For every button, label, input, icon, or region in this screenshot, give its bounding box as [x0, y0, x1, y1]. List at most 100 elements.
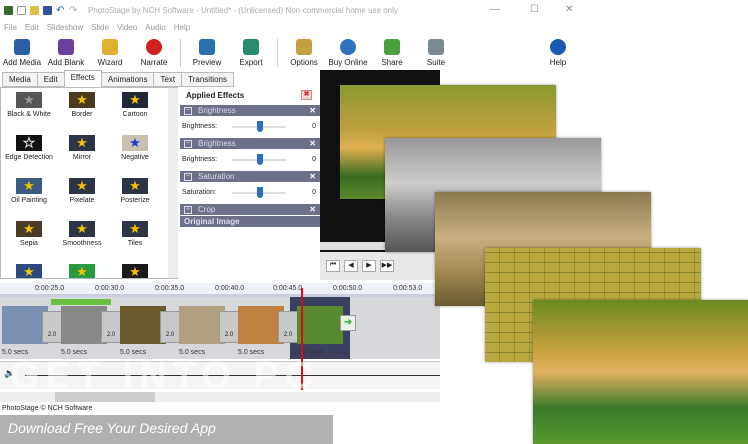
- slide-thumbnail[interactable]: [297, 306, 343, 344]
- save-icon[interactable]: [43, 5, 52, 15]
- open-icon[interactable]: [30, 5, 39, 15]
- expand-icon[interactable]: +: [184, 205, 192, 214]
- remove-effect-icon[interactable]: ✕: [309, 172, 316, 181]
- collapse-icon[interactable]: −: [184, 106, 192, 115]
- play-icon[interactable]: ▶: [362, 260, 376, 272]
- effect-label: Negative: [121, 154, 149, 161]
- effect-mirror[interactable]: ★ Mirror: [54, 135, 110, 161]
- effect-negative[interactable]: ★ Negative: [107, 135, 163, 161]
- menu-help[interactable]: Help: [174, 23, 190, 32]
- effect-partial[interactable]: ★: [107, 264, 163, 279]
- effect-header-brightness[interactable]: − Brightness ✕: [180, 105, 320, 116]
- collapse-icon[interactable]: −: [184, 172, 192, 181]
- remove-effect-icon[interactable]: ✕: [309, 205, 316, 214]
- param-label: Brightness:: [182, 156, 218, 163]
- tab-media[interactable]: Media: [2, 72, 38, 87]
- timeline-ruler[interactable]: 0:00:25.0 0:00:30.0 0:00:35.0 0:00:40.0 0:00…: [0, 283, 440, 297]
- effect-header-saturation[interactable]: − Saturation ✕: [180, 171, 320, 182]
- star-icon: ★: [129, 264, 141, 279]
- effect-smoothness[interactable]: ★ Smoothness: [54, 221, 110, 247]
- effect-tiles[interactable]: ★ Tiles: [107, 221, 163, 247]
- param-label: Brightness:: [182, 123, 218, 130]
- narrate-icon: [146, 39, 162, 55]
- effect-header-brightness[interactable]: − Brightness ✕: [180, 138, 320, 149]
- effect-posterize[interactable]: ★ Posterize: [107, 178, 163, 204]
- maximize-button[interactable]: ☐: [530, 4, 539, 15]
- transition-block[interactable]: 2.0: [101, 311, 121, 343]
- star-icon: ★: [76, 92, 88, 107]
- effect-black-white[interactable]: ★ Black & White: [1, 92, 57, 118]
- remove-all-icon[interactable]: ✖: [301, 90, 312, 100]
- effects-scrollbar[interactable]: [168, 88, 178, 278]
- menu-slide[interactable]: Slide: [91, 23, 109, 32]
- title-bar: ↶ ↷ PhotoStage by NCH Software - Untitle…: [0, 0, 580, 20]
- effect-border[interactable]: ★ Border: [54, 92, 110, 118]
- toolbar-narrate-button[interactable]: Narrate: [132, 39, 176, 67]
- applied-effects-panel: Applied Effects ✖ − Brightness ✕ Brightness…: [180, 87, 320, 279]
- effects-grid: ★ Black & White ★ Border ★ Cartoon ★ Edge Detec…: [0, 87, 178, 279]
- toolbar-help-button[interactable]: Help: [536, 39, 580, 67]
- effect-partial[interactable]: ★: [54, 264, 110, 278]
- selection-bar: [51, 299, 111, 305]
- redo-icon[interactable]: ↷: [69, 5, 78, 15]
- toolbar: Add Media Add Blank Wizard Narrate Preview Ex…: [0, 34, 580, 70]
- effect-oil-painting[interactable]: ★ Oil Painting: [1, 178, 57, 204]
- rewind-icon[interactable]: ◀: [344, 260, 358, 272]
- close-button[interactable]: ✕: [565, 4, 573, 15]
- tab-effects[interactable]: Effects: [63, 70, 102, 87]
- toolbar-add-blank-button[interactable]: Add Blank: [44, 39, 88, 67]
- collapse-icon[interactable]: −: [184, 139, 192, 148]
- menu-bar: File Edit Slideshow Slide Video Audio Help: [0, 20, 580, 34]
- toolbar-wizard-button[interactable]: Wizard: [88, 39, 132, 67]
- effect-pixelate[interactable]: ★ Pixelate: [54, 178, 110, 204]
- tab-animations[interactable]: Animations: [100, 72, 155, 87]
- effect-cartoon[interactable]: ★ Cartoon: [107, 92, 163, 118]
- effect-name: Saturation: [198, 172, 235, 181]
- effect-edge-detection[interactable]: ★ Edge Detection: [1, 135, 57, 162]
- remove-effect-icon[interactable]: ✕: [309, 106, 316, 115]
- toolbar-label: Add Blank: [47, 58, 85, 67]
- param-value: 0: [312, 156, 316, 163]
- toolbar-export-button[interactable]: Export: [229, 39, 273, 67]
- tab-edit[interactable]: Edit: [36, 72, 65, 87]
- previous-icon[interactable]: ⏮: [326, 260, 340, 272]
- effect-thumbnail: ★: [122, 92, 148, 108]
- star-icon: ★: [23, 92, 35, 107]
- remove-effect-icon[interactable]: ✕: [309, 139, 316, 148]
- menu-video[interactable]: Video: [117, 23, 137, 32]
- tab-transitions[interactable]: Transitions: [181, 72, 234, 87]
- param-value: 0: [312, 123, 316, 130]
- undo-icon[interactable]: ↶: [56, 5, 65, 15]
- effect-partial[interactable]: ★: [1, 264, 57, 278]
- transition-block[interactable]: 2.0: [42, 311, 62, 343]
- original-image-label: Original Image: [184, 217, 240, 226]
- minimize-button[interactable]: —: [490, 4, 500, 15]
- ruler-tick: 0:00:53.0: [393, 285, 423, 292]
- transition-block[interactable]: 2.0: [160, 311, 180, 343]
- menu-edit[interactable]: Edit: [25, 23, 39, 32]
- toolbar-label: Help: [549, 58, 567, 67]
- menu-file[interactable]: File: [4, 23, 17, 32]
- forward-icon[interactable]: ▶▶: [380, 260, 394, 272]
- toolbar-options-button[interactable]: Options: [282, 39, 326, 67]
- transition-block[interactable]: 2.0: [278, 311, 298, 343]
- menu-slideshow[interactable]: Slideshow: [47, 23, 83, 32]
- toolbar-suite-button[interactable]: Suite: [414, 39, 458, 67]
- toolbar-preview-button[interactable]: Preview: [185, 39, 229, 67]
- effect-thumbnail: ★: [122, 135, 148, 151]
- effect-header-crop[interactable]: + Crop ✕: [180, 204, 320, 215]
- slider-knob[interactable]: [257, 121, 263, 132]
- toolbar-share-button[interactable]: Share: [370, 39, 414, 67]
- menu-audio[interactable]: Audio: [145, 23, 165, 32]
- new-icon[interactable]: [17, 5, 26, 15]
- effect-sepia[interactable]: ★ Sepia: [1, 221, 57, 247]
- ruler-tick: 0:00:50.0: [333, 285, 363, 292]
- tab-text[interactable]: Text: [153, 72, 183, 87]
- slider-knob[interactable]: [257, 154, 263, 165]
- effect-param-row: Brightness: 0: [180, 116, 320, 137]
- arrow-right-icon[interactable]: ➔: [340, 315, 356, 331]
- toolbar-buy-online-button[interactable]: Buy Online: [326, 39, 370, 67]
- transition-block[interactable]: 2.0: [219, 311, 239, 343]
- toolbar-add-media-button[interactable]: Add Media: [0, 39, 44, 67]
- slider-knob[interactable]: [257, 187, 263, 198]
